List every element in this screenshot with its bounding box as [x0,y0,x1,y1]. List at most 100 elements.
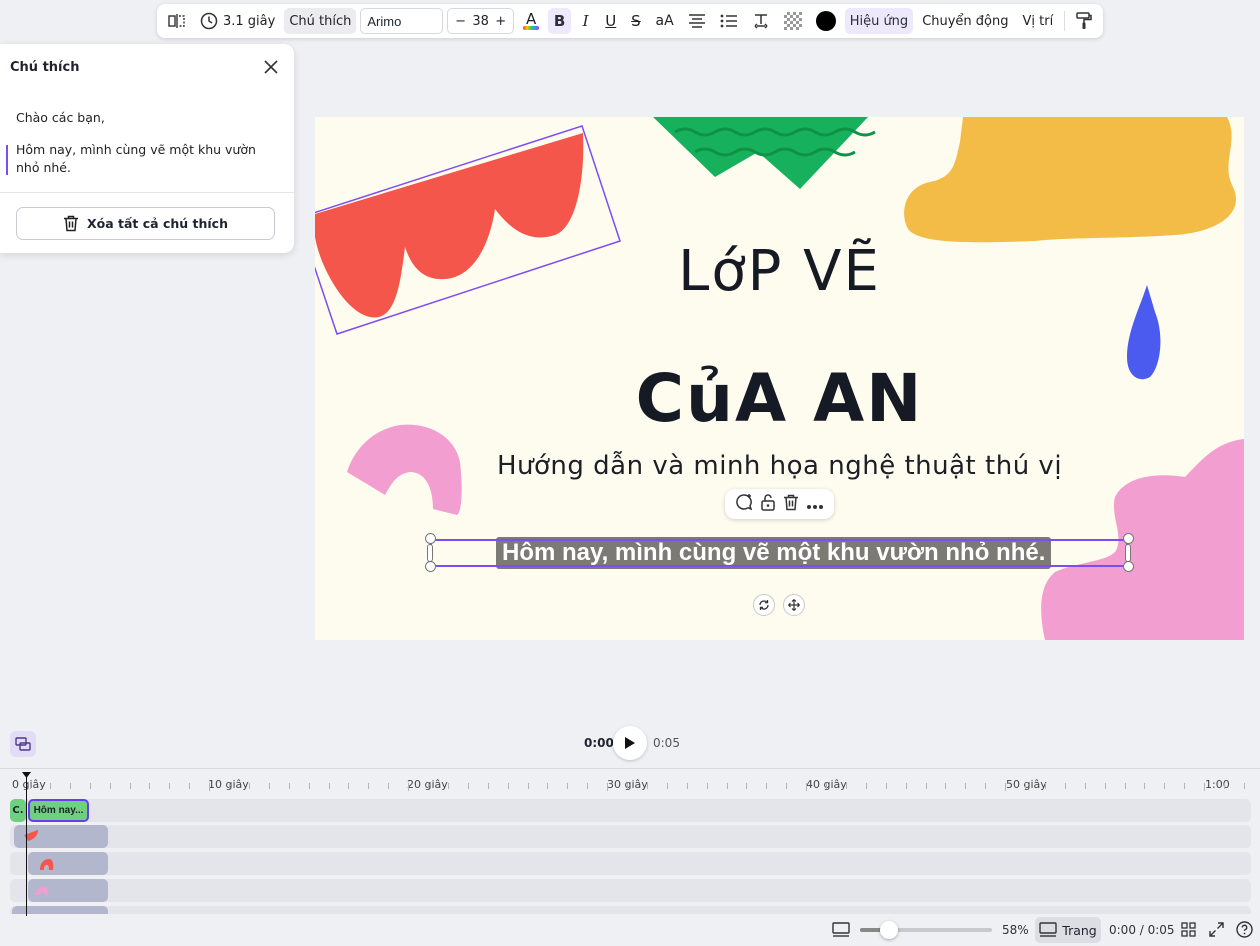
resize-handle-top-left[interactable] [425,533,436,544]
ruler-tick [1204,783,1206,791]
text-color-button[interactable]: A [518,8,544,34]
resize-handle-bottom-left[interactable] [425,561,436,572]
delete-all-captions-button[interactable]: Xóa tất cả chú thích [16,207,275,240]
ruler-tick [447,783,449,789]
slide-title-line2[interactable]: CủA AN [315,360,1244,437]
grid-view-icon[interactable] [1181,922,1196,941]
timeline-ruler[interactable]: 0 giây 10 giây 20 giây 30 giây 40 giây 5… [0,768,1260,796]
slide-subtitle[interactable]: Hướng dẫn và minh họa nghệ thuật thú vị [315,451,1244,481]
notes-icon[interactable] [832,922,850,942]
ruler-tick [69,783,71,789]
help-icon[interactable] [1236,921,1253,942]
ruler-tick [646,783,648,789]
caption-item[interactable]: Chào các bạn, [16,109,105,127]
ruler-tick [1084,783,1086,789]
ruler-tick [985,783,987,789]
effects-button[interactable]: Hiệu ứng [844,8,914,34]
caption-tab-button[interactable]: Chú thích [284,8,357,34]
font-size-minus-button[interactable]: − [455,14,466,29]
bottom-bar: 58% Trang 0:00 / 0:05 [0,914,1260,946]
rainbow-bar-icon [523,25,540,30]
align-center-icon[interactable] [683,8,711,34]
trash-icon [64,215,78,232]
ruler-tick [189,783,191,789]
ruler-tick [1044,783,1046,789]
layer-clip-arch-shape[interactable] [28,852,108,875]
more-options-icon[interactable] [806,495,824,514]
font-family-dropdown[interactable]: Arimo [360,8,444,34]
zoom-slider-knob[interactable] [880,921,898,939]
close-icon[interactable] [262,58,280,76]
font-size-stepper[interactable]: − 38 + [447,8,515,34]
layer-clip-pink-shape[interactable] [28,879,108,902]
play-button[interactable] [613,726,647,760]
resize-handle-top-right[interactable] [1123,533,1134,544]
fullscreen-icon[interactable] [1209,922,1224,941]
paint-roller-icon[interactable] [1071,8,1097,34]
caption-track[interactable]: C. Hôm nay... [10,799,1251,822]
transparency-icon[interactable] [779,8,807,34]
add-comment-icon[interactable] [735,493,753,515]
font-size-value[interactable]: 38 [472,14,489,29]
ruler-tick [1164,783,1166,789]
resize-handle-bottom-right[interactable] [1123,561,1134,572]
duration-button[interactable]: 3.1 giây [195,8,280,34]
caption-clip[interactable]: Hôm nay... [28,799,89,822]
page-label: Trang [1062,922,1097,938]
animation-button[interactable]: Chuyển động [917,8,1013,34]
line-spacing-icon[interactable] [747,8,775,34]
slide-title-line1[interactable]: LớP VẼ [315,239,1244,304]
resize-handle-left[interactable] [427,544,433,562]
ruler-tick [845,783,847,789]
ruler-tick [30,783,31,789]
ruler-tick [1184,783,1186,789]
caption-item-active[interactable]: Hôm nay, mình cùng vẽ một khu vườn [16,141,256,159]
ruler-tick [547,783,549,789]
ruler-tick [248,783,250,789]
captions-panel: Chú thích Chào các bạn, Hôm nay, mình cù… [0,44,294,253]
ruler-tick [487,783,489,789]
background-color-button[interactable] [811,8,841,34]
layer-track[interactable] [10,879,1251,902]
zoom-value[interactable]: 58% [1002,923,1029,937]
panel-divider [0,192,294,193]
layer-track[interactable] [10,852,1251,875]
font-size-plus-button[interactable]: + [495,14,506,29]
delete-icon[interactable] [783,494,799,515]
flip-icon[interactable] [163,8,191,34]
text-toolbar: 3.1 giây Chú thích Arimo − 38 + A B I U … [157,4,1103,38]
strikethrough-button[interactable]: S [625,8,646,34]
italic-button[interactable]: I [575,8,596,34]
rotate-icon[interactable] [753,594,775,616]
resize-handle-right[interactable] [1125,544,1131,562]
ruler-tick [965,783,967,789]
playhead[interactable] [26,776,27,916]
ruler-label: 50 giây [1006,778,1047,791]
ruler-tick [1104,783,1106,789]
layer-track[interactable] [10,825,1251,848]
underline-button[interactable]: U [600,8,621,34]
bullet-list-icon[interactable] [715,8,743,34]
position-button[interactable]: Vị trí [1018,8,1059,34]
ruler-tick [746,783,748,789]
caption-item-active-line2[interactable]: nhỏ nhé. [16,159,71,177]
ruler-tick [666,783,668,789]
move-icon[interactable] [783,594,805,616]
bold-button[interactable]: B [548,8,571,34]
caption-track-label[interactable]: C. [10,799,26,822]
letter-case-button[interactable]: aA [651,8,679,34]
clock-icon [200,12,218,30]
ruler-tick [786,783,788,789]
lock-icon[interactable] [760,493,776,515]
ruler-tick [905,783,907,789]
ruler-tick [766,783,768,789]
active-caption-indicator [6,145,8,175]
ruler-tick [408,783,410,791]
layer-clip-red-shape[interactable] [14,825,108,848]
layer-track[interactable] [10,906,1251,914]
toolbar-divider [1064,11,1066,31]
timeline-toggle-icon[interactable] [10,731,36,757]
page-view-button[interactable]: Trang [1035,917,1101,943]
caption-selection-box[interactable] [430,539,1128,567]
ruler-tick [1124,783,1126,789]
